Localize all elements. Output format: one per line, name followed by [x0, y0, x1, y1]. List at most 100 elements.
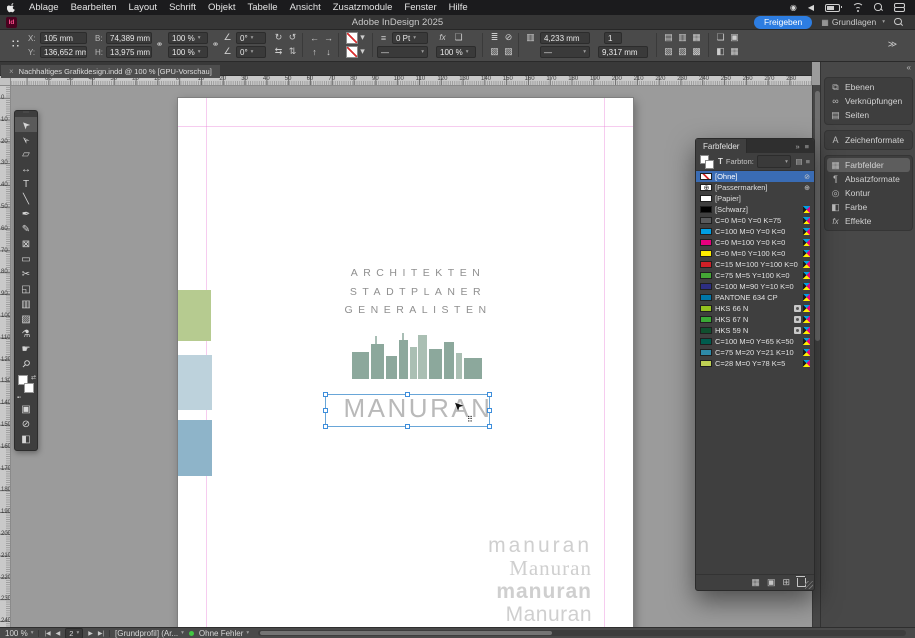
free-transform-tool[interactable]: ◱	[15, 282, 37, 297]
menu-item-schrift[interactable]: Schrift	[163, 2, 202, 13]
menu-item-layout[interactable]: Layout	[123, 2, 164, 13]
frame-fitting-button[interactable]: ▦	[728, 45, 741, 58]
swatch-passermarken[interactable]: [Passermarken]⊕	[696, 182, 814, 193]
previous-spread-button[interactable]: ◀	[56, 630, 61, 637]
light-blue-color-bar[interactable]	[178, 355, 212, 410]
page-number-field[interactable]: 2 ▾	[65, 628, 83, 638]
selection-handle-br[interactable]	[487, 424, 492, 429]
dock-item-farbfelder[interactable]: ▦Farbfelder	[827, 158, 910, 172]
distribute-right-button[interactable]: ▩	[690, 45, 703, 58]
control-panel-overflow-icon[interactable]: ≫	[886, 38, 899, 51]
font-sample-line[interactable]: manuran	[332, 580, 592, 603]
swap-fill-stroke-icon[interactable]: ⇄	[31, 374, 36, 381]
selection-handle-ml[interactable]	[323, 408, 328, 413]
align-center-button[interactable]: ▥	[676, 31, 689, 44]
stroke-color-swatch[interactable]	[346, 46, 358, 58]
type-tool[interactable]: T	[15, 177, 37, 192]
city-skyline-graphic[interactable]	[352, 333, 482, 383]
swatch-pantone-634-cp[interactable]: PANTONE 634 CP	[696, 292, 814, 303]
green-color-bar[interactable]	[178, 290, 211, 341]
vertical-ruler[interactable]: 0102030405060708090100110120130140150160…	[0, 85, 11, 627]
horizontal-scrollbar[interactable]	[258, 630, 906, 636]
menu-item-ablage[interactable]: Ablage	[23, 2, 65, 13]
panel-fill-stroke-proxy[interactable]	[700, 155, 715, 169]
stroke-dropdown-icon[interactable]: ▾	[358, 45, 367, 58]
column-count-field[interactable]: 1	[604, 32, 622, 44]
stroke-type-dropdown[interactable]: —▾	[377, 46, 428, 58]
fill-color-swatch[interactable]	[346, 32, 358, 44]
height-field[interactable]: 13,975 mm	[106, 46, 152, 58]
hand-tool[interactable]: ☛	[15, 342, 37, 357]
record-icon[interactable]: ◉	[790, 3, 797, 12]
search-icon[interactable]	[874, 3, 883, 12]
dock-item-effekte[interactable]: fxEffekte	[825, 214, 912, 228]
dock-item-absatzformate[interactable]: ¶Absatzformate	[825, 172, 912, 186]
pen-tool[interactable]: ✒	[15, 207, 37, 222]
selection-tool[interactable]: ➤	[15, 117, 37, 132]
workspace-switcher[interactable]: ▦ Grundlagen ▾	[821, 17, 885, 27]
select-container-button[interactable]: ↑	[308, 45, 321, 58]
new-color-group-icon[interactable]: ▣	[767, 577, 776, 588]
swatch-hks-66-n[interactable]: HKS 66 N	[696, 303, 814, 314]
swatch-view-icon[interactable]: ≡	[806, 157, 810, 166]
vertical-scrollbar-thumb[interactable]	[815, 91, 820, 341]
formatting-affects-button[interactable]: ▣	[15, 402, 37, 417]
wrap-bounding-box-button[interactable]: ⊘	[502, 31, 515, 44]
corner-options-button[interactable]: ◧	[714, 45, 727, 58]
screen-mode-button[interactable]: ◧	[15, 432, 37, 447]
drop-shadow-button[interactable]: ❏	[452, 31, 465, 44]
swatch-c-28-m-0-y-78-k-5[interactable]: C=28 M=0 Y=78 K=5	[696, 358, 814, 369]
gutter-field[interactable]: 9,317 mm	[598, 46, 648, 58]
object-style-dropdown[interactable]: —▾	[540, 46, 590, 58]
swatch-c-100-m-0-y-0-k-0[interactable]: C=100 M=0 Y=0 K=0	[696, 226, 814, 237]
swatch-c-0-m-0-y-100-k-0[interactable]: C=0 M=0 Y=100 K=0	[696, 248, 814, 259]
dock-item-zeichenformate[interactable]: AZeichenformate	[825, 133, 912, 147]
expand-panels-icon[interactable]: «	[907, 63, 911, 72]
shear-angle-field[interactable]: 0°▾	[236, 46, 266, 58]
swatch-hks-67-n[interactable]: HKS 67 N	[696, 314, 814, 325]
scale-x-field[interactable]: 100 %▾	[168, 32, 208, 44]
document-page[interactable]: ARCHITEKTEN STADTPLANER GENERALISTEN MAN…	[178, 98, 633, 627]
preflight-status-dropdown[interactable]: Ohne Fehler ▾	[199, 629, 249, 638]
stroke-weight-field[interactable]: 0 Pt▾	[392, 32, 428, 44]
rectangle-tool[interactable]: ▭	[15, 252, 37, 267]
selection-handle-tr[interactable]	[487, 392, 492, 397]
document-tab[interactable]: × Nachhaltiges Grafikdesign.indd @ 100 %…	[1, 65, 220, 78]
horizontal-scrollbar-thumb[interactable]	[260, 631, 552, 635]
rectangle-frame-tool[interactable]: ⊠	[15, 237, 37, 252]
menu-item-fenster[interactable]: Fenster	[398, 2, 442, 13]
menu-item-tabelle[interactable]: Tabelle	[241, 2, 283, 13]
gap-tool[interactable]: ↔	[15, 162, 37, 177]
rotate-cw-button[interactable]: ↻	[272, 31, 285, 44]
page-tool[interactable]: ▱	[15, 147, 37, 162]
eyedropper-tool[interactable]: ⚗	[15, 327, 37, 342]
pencil-tool[interactable]: ✎	[15, 222, 37, 237]
new-swatch-icon[interactable]: ⊞	[782, 577, 790, 588]
menu-item-ansicht[interactable]: Ansicht	[284, 2, 327, 13]
baseline-offset-field[interactable]: 4,233 mm	[540, 32, 590, 44]
distribute-left-button[interactable]: ▧	[662, 45, 675, 58]
direct-selection-tool[interactable]: ➣	[15, 132, 37, 147]
distribute-center-button[interactable]: ▨	[676, 45, 689, 58]
y-position-field[interactable]: 136,652 mm	[40, 46, 87, 58]
fill-stroke-proxy[interactable]: ⇄ ▪▫	[15, 372, 37, 402]
rotation-angle-field[interactable]: 0°▾	[236, 32, 266, 44]
rotate-ccw-button[interactable]: ↺	[286, 31, 299, 44]
swatches-panel-header[interactable]: Farbfelder » ≡	[696, 139, 814, 153]
x-position-field[interactable]: 105 mm	[40, 32, 87, 44]
zoom-tool[interactable]: ⚲	[15, 357, 37, 372]
first-spread-button[interactable]: |◀	[44, 630, 50, 637]
close-tab-icon[interactable]: ×	[9, 67, 14, 76]
flip-horizontal-button[interactable]: ⇆	[272, 45, 285, 58]
font-samples[interactable]: manuranManuranmanuranManuran	[332, 534, 592, 626]
volume-icon[interactable]: ◀	[808, 3, 814, 12]
gradient-feather-tool[interactable]: ▨	[15, 312, 37, 327]
dock-item-farbe[interactable]: ◧Farbe	[825, 200, 912, 214]
scissors-tool[interactable]: ✂	[15, 267, 37, 282]
line-tool[interactable]: ╲	[15, 192, 37, 207]
fill-dropdown-icon[interactable]: ▾	[358, 31, 367, 44]
swatch-hks-59-n[interactable]: HKS 59 N	[696, 325, 814, 336]
battery-icon[interactable]	[825, 4, 840, 12]
selection-handle-tl[interactable]	[323, 392, 328, 397]
select-next-object-button[interactable]: →	[322, 31, 335, 44]
